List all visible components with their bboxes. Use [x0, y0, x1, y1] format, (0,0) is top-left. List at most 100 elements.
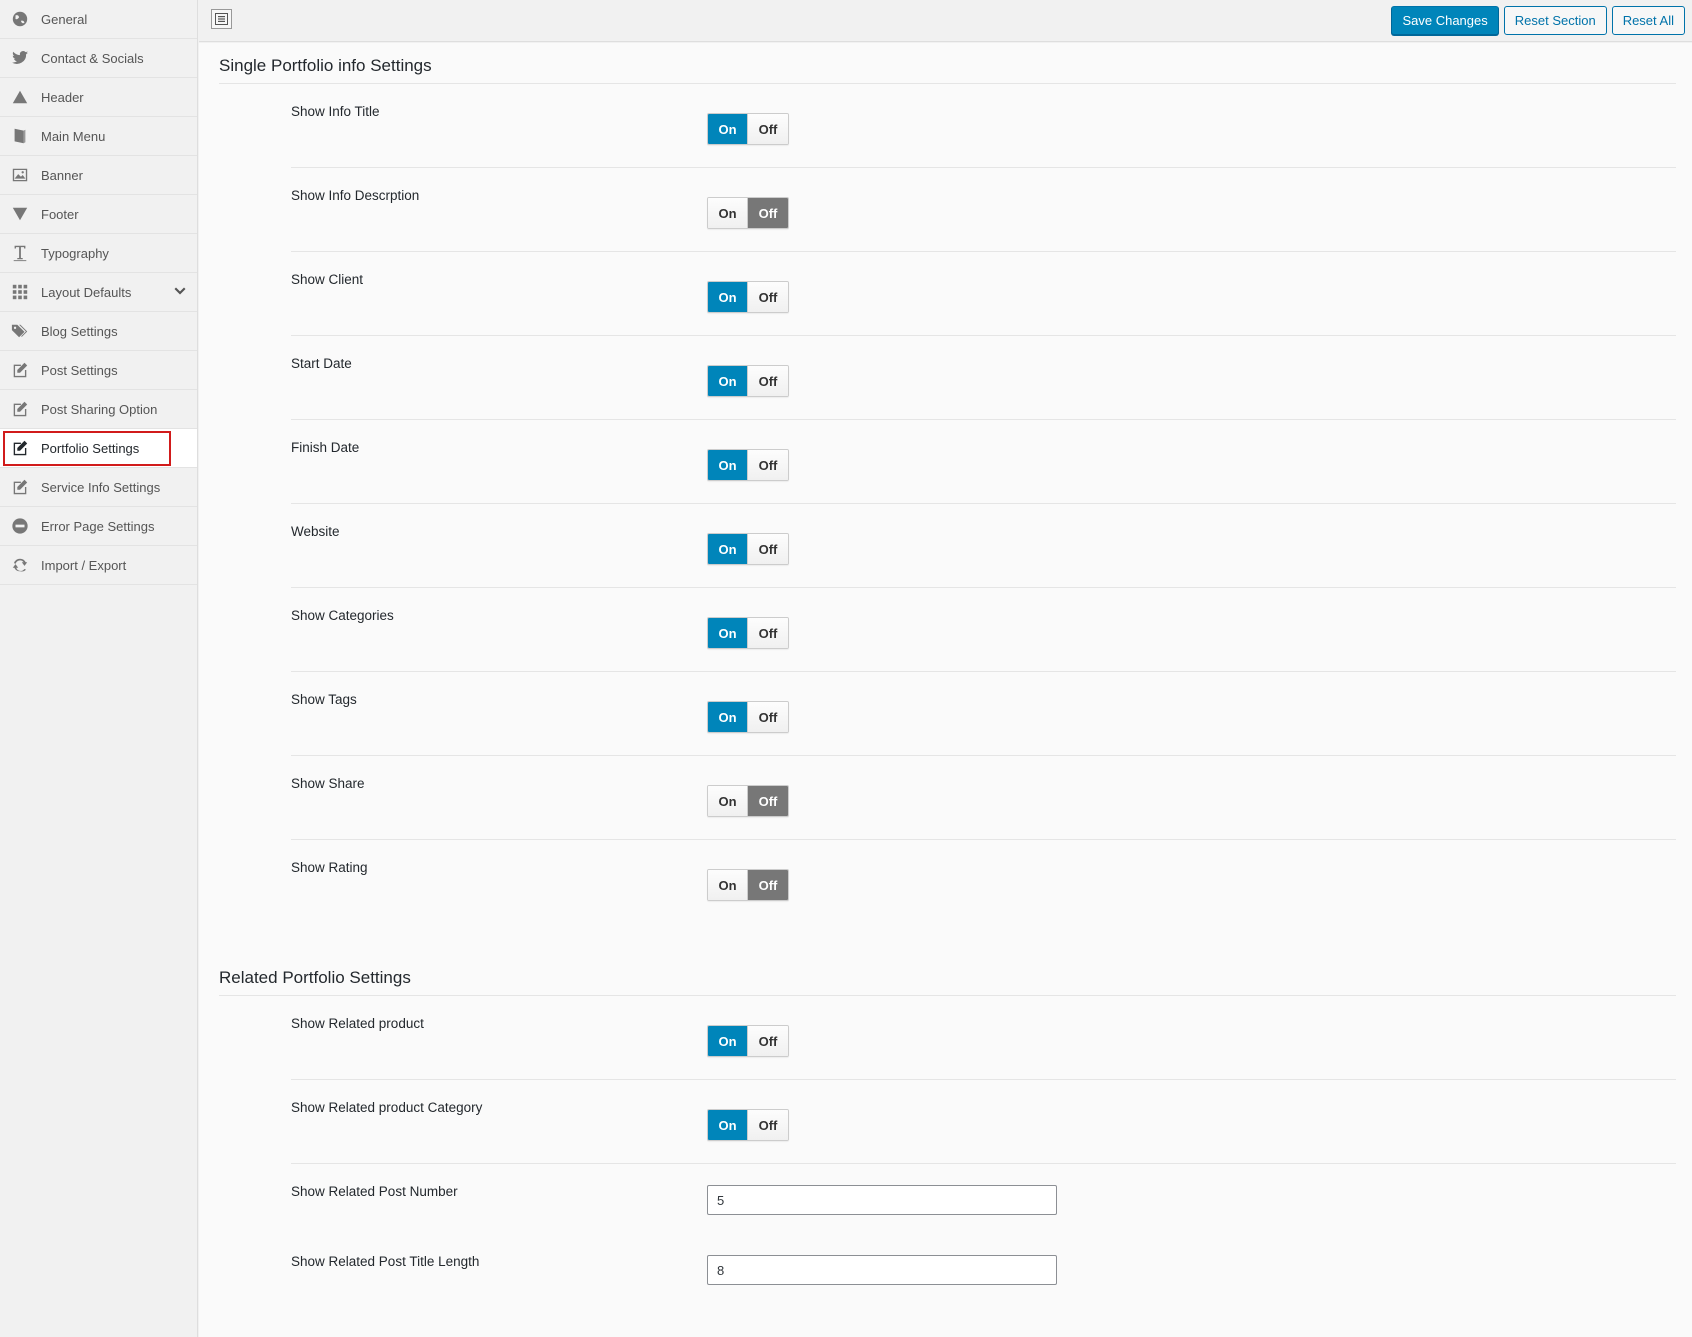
sidebar-item-label: Banner [41, 167, 83, 183]
triangle-down-icon [10, 204, 30, 224]
on-off-toggle: On Off [707, 785, 789, 817]
on-off-toggle: On Off [707, 449, 789, 481]
save-changes-button[interactable]: Save Changes [1391, 6, 1499, 35]
toggle-off-button[interactable]: Off [748, 534, 788, 564]
toggle-off-button[interactable]: Off [748, 198, 788, 228]
sidebar-item-portfolio-settings[interactable]: Portfolio Settings [0, 429, 197, 468]
triangle-up-icon [10, 87, 30, 107]
setting-label: Show Related Post Title Length [291, 1254, 480, 1269]
sidebar-item-post-sharing-option[interactable]: Post Sharing Option [0, 390, 197, 429]
toggle-off-button[interactable]: Off [748, 870, 788, 900]
setting-label: Show Related Post Number [291, 1184, 458, 1199]
setting-row-show-info-descrption: Show Info Descrption On Off [291, 168, 1676, 252]
toggle-on-button[interactable]: On [708, 618, 749, 648]
on-off-toggle: On Off [707, 365, 789, 397]
toggle-on-button[interactable]: On [708, 1026, 749, 1056]
options-topbar: Save Changes Reset Section Reset All [199, 0, 1692, 42]
setting-label: Show Client [291, 272, 364, 287]
toggle-off-button[interactable]: Off [748, 1026, 788, 1056]
sidebar-item-label: Portfolio Settings [41, 440, 140, 456]
toggle-off-button[interactable]: Off [748, 618, 788, 648]
toggle-off-button[interactable]: Off [748, 366, 788, 396]
sidebar-item-label: Main Menu [41, 128, 106, 144]
toggle-off-button[interactable]: Off [748, 114, 788, 144]
on-off-toggle: On Off [707, 701, 789, 733]
sidebar-item-typography[interactable]: Typography [0, 234, 197, 273]
setting-label: Website [291, 524, 340, 539]
on-off-toggle: On Off [707, 281, 789, 313]
on-off-toggle: On Off [707, 533, 789, 565]
setting-row-show-info-title: Show Info Title On Off [291, 84, 1676, 168]
show-related-post-number-input[interactable] [707, 1185, 1057, 1215]
on-off-toggle: On Off [707, 617, 789, 649]
toggle-on-button[interactable]: On [708, 114, 749, 144]
sidebar-item-service-info-settings[interactable]: Service Info Settings [0, 468, 197, 507]
toggle-off-button[interactable]: Off [748, 786, 788, 816]
setting-label: Show Info Title [291, 104, 380, 119]
sidebar-item-banner[interactable]: Banner [0, 156, 197, 195]
sidebar-item-label: Error Page Settings [41, 518, 155, 534]
sidebar-item-blog-settings[interactable]: Blog Settings [0, 312, 197, 351]
sidebar-item-label: Post Settings [41, 362, 118, 378]
toggle-on-button[interactable]: On [708, 198, 749, 228]
expand-options-button[interactable] [211, 9, 232, 29]
setting-label: Show Related product Category [291, 1100, 483, 1115]
toggle-off-button[interactable]: Off [748, 282, 788, 312]
setting-label: Show Categories [291, 608, 394, 623]
grid-icon [10, 282, 30, 302]
toggle-on-button[interactable]: On [708, 702, 749, 732]
toggle-on-button[interactable]: On [708, 786, 749, 816]
reset-section-button[interactable]: Reset Section [1503, 6, 1607, 35]
setting-label: Show Tags [291, 692, 357, 707]
toggle-off-button[interactable]: Off [748, 450, 788, 480]
setting-row-show-share: Show Share On Off [291, 756, 1676, 840]
setting-row-show-rating: Show Rating On Off [291, 840, 1676, 924]
toggle-off-button[interactable]: Off [748, 1110, 788, 1140]
setting-row-show-related-post-number: Show Related Post Number [291, 1164, 1676, 1234]
on-off-toggle: On Off [707, 1109, 789, 1141]
on-off-toggle: On Off [707, 869, 789, 901]
refresh-icon [10, 555, 30, 575]
sidebar-item-post-settings[interactable]: Post Settings [0, 351, 197, 390]
toggle-on-button[interactable]: On [708, 450, 749, 480]
sidebar-item-label: Blog Settings [41, 323, 118, 339]
sidebar-item-main-menu[interactable]: Main Menu [0, 117, 197, 156]
toggle-on-button[interactable]: On [708, 534, 749, 564]
toggle-off-button[interactable]: Off [748, 702, 788, 732]
toggle-on-button[interactable]: On [708, 366, 749, 396]
sidebar-item-label: Import / Export [41, 557, 127, 573]
sidebar-item-label: Typography [41, 245, 109, 261]
text-cursor-icon [10, 243, 30, 263]
edit-icon [10, 399, 30, 419]
toggle-on-button[interactable]: On [708, 282, 749, 312]
setting-label: Finish Date [291, 440, 360, 455]
section-title-related-portfolio: Related Portfolio Settings [219, 968, 411, 987]
sidebar-item-header[interactable]: Header [0, 78, 197, 117]
toggle-on-button[interactable]: On [708, 1110, 749, 1140]
sidebar-item-footer[interactable]: Footer [0, 195, 197, 234]
sidebar-item-label: Header [41, 89, 84, 105]
reset-all-button[interactable]: Reset All [1611, 6, 1685, 35]
tags-icon [10, 321, 30, 341]
sidebar-item-contact-socials[interactable]: Contact & Socials [0, 39, 197, 78]
setting-row-show-categories: Show Categories On Off [291, 588, 1676, 672]
sidebar-item-label: Contact & Socials [41, 50, 144, 66]
setting-row-finish-date: Finish Date On Off [291, 420, 1676, 504]
sidebar-item-layout-defaults[interactable]: Layout Defaults [0, 273, 197, 312]
chevron-down-icon[interactable] [173, 285, 187, 299]
show-related-post-title-length-input[interactable] [707, 1255, 1057, 1285]
sidebar-item-label: General [41, 11, 88, 27]
setting-label: Show Share [291, 776, 365, 791]
edit-icon [10, 360, 30, 380]
edit-icon [10, 438, 30, 458]
list-icon [215, 13, 228, 25]
sidebar-item-error-page-settings[interactable]: Error Page Settings [0, 507, 197, 546]
sidebar: General Contact & Socials Header Main Me… [0, 0, 198, 1337]
sidebar-item-import-export[interactable]: Import / Export [0, 546, 197, 585]
sidebar-item-general[interactable]: General [0, 0, 197, 39]
on-off-toggle: On Off [707, 1025, 789, 1057]
image-icon [10, 165, 30, 185]
setting-label: Show Rating [291, 860, 368, 875]
top-actions: Save Changes Reset Section Reset All [1391, 6, 1685, 35]
toggle-on-button[interactable]: On [708, 870, 749, 900]
